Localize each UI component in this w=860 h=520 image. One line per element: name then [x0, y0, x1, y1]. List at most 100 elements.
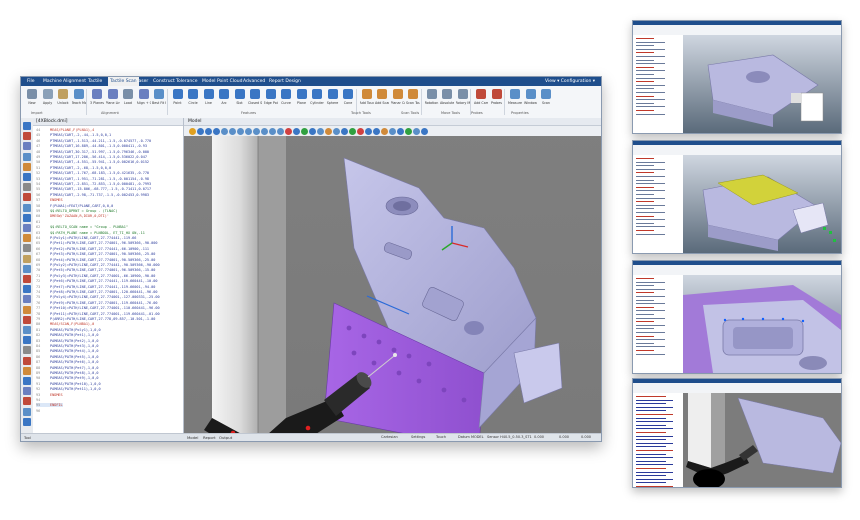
code-line[interactable]: 79 P(ARR2)=PATH/LINE,CART,27.778,09.857,-… — [36, 317, 155, 321]
code-line[interactable]: 83 PAMEAS/PATH(Pet2),1,0,0 — [36, 339, 98, 343]
menu-item[interactable]: Report Design — [269, 77, 301, 86]
code-line[interactable]: 71 P(Poly3)=PATH/LINE,CART,27.774001,-66.… — [36, 274, 155, 278]
code-line[interactable]: 72 P(Pet6)=PATH/LINE,CART,27.774441,-119.… — [36, 279, 157, 283]
code-line[interactable]: 55 PTMEAS/CART,-15.806,-68.777,-1.5,-0.71… — [36, 187, 151, 191]
dmis-code-panel[interactable]: [4XBlock.dmi] 44 MEAS/PLANE,F(PLNA1),4 45 P… — [33, 118, 184, 433]
menu-item[interactable]: Tactile Scan — [108, 77, 139, 86]
view-tool-icon[interactable] — [405, 128, 412, 135]
view-tool-icon[interactable] — [237, 128, 244, 135]
code-line[interactable]: 84 PAMEAS/PATH(Pet3),1,0,0 — [36, 344, 98, 348]
side-tool-icon[interactable] — [23, 254, 31, 263]
side-tool-icon[interactable] — [23, 224, 31, 232]
view-tool-icon[interactable] — [269, 128, 276, 135]
ribbon-tool-button[interactable]: Apply — [41, 89, 55, 105]
code-line[interactable]: 61 — [36, 220, 50, 224]
code-line[interactable]: 64 P(Poly1)=PATH/LINE,CART,27.774441,-119… — [36, 236, 136, 240]
side-tool-icon[interactable] — [23, 315, 31, 324]
side-tool-icon[interactable] — [23, 203, 31, 212]
side-tool-icon[interactable] — [23, 417, 31, 426]
view-tool-icon[interactable] — [301, 128, 308, 135]
side-tool-icon[interactable] — [23, 346, 31, 355]
view-tool-icon[interactable] — [205, 128, 212, 135]
code-line[interactable]: 66 P(Pet2)=PATH/LINE,CART,27.774441,-66.1… — [36, 247, 149, 251]
code-line[interactable]: 65 P(Pet1)=PATH/LINE,CART,27.774001,-96.5… — [36, 241, 157, 245]
ribbon-tool-button[interactable]: Scan — [539, 89, 553, 105]
ribbon-tool-button[interactable]: New — [25, 89, 39, 105]
code-line[interactable]: 88 PAMEAS/PATH(Pet7),1,0,0 — [36, 366, 98, 370]
view-tool-icon[interactable] — [421, 128, 428, 135]
side-tool-icon[interactable] — [23, 366, 31, 375]
side-tool-icon[interactable] — [23, 356, 31, 365]
side-tool-icon[interactable] — [23, 295, 31, 304]
side-tool-icon[interactable] — [23, 193, 31, 202]
view-tool-icon[interactable] — [189, 128, 196, 135]
code-line[interactable]: 68 P(Pet4)=PATH/LINE,CART,27.774001,-90.5… — [36, 258, 155, 262]
code-line[interactable]: 56 PTMEAS/CART,-2.98,-71.737,-1.5,-0.0024… — [36, 193, 149, 197]
menu-item[interactable]: Advanced — [243, 77, 265, 86]
side-tool-icon[interactable] — [23, 336, 31, 345]
view-tool-icon[interactable] — [277, 128, 284, 135]
code-line[interactable]: 81 PAMEAS/PATH(Poly1),1,0,0 — [36, 328, 101, 332]
ribbon-tool-button[interactable]: Plane — [295, 89, 309, 105]
view-tool-icon[interactable] — [325, 128, 332, 135]
cad-scene[interactable] — [184, 118, 601, 433]
ribbon-tool-button[interactable]: Add Touches — [360, 89, 374, 105]
side-tool-icon[interactable] — [23, 234, 31, 243]
side-tool-icon[interactable] — [23, 407, 31, 416]
bottom-tab[interactable]: Model — [187, 435, 198, 440]
code-line[interactable]: 67 P(Pet3)=PATH/LINE,CART,27.774001,-90.5… — [36, 252, 155, 256]
code-line[interactable]: 60 DMESW/'ZAZAAN,R,DIOR,0,DTI)' — [36, 214, 109, 218]
view-tool-icon[interactable] — [261, 128, 268, 135]
ribbon-tool-button[interactable]: Point — [171, 89, 185, 105]
view-tool-icon[interactable] — [317, 128, 324, 135]
view-tool-icon[interactable] — [309, 128, 316, 135]
ribbon-tool-button[interactable]: Edge Point — [264, 89, 278, 105]
code-line[interactable]: 80 MEAS/SCAN,F(PLNBA1),0 — [36, 322, 94, 326]
ribbon-tool-button[interactable]: Cone — [341, 89, 355, 105]
side-tool-icon[interactable] — [23, 122, 31, 130]
ribbon-tool-button[interactable]: Rotation — [425, 89, 439, 105]
menu-item[interactable]: Laser — [136, 77, 148, 86]
side-tool-icon[interactable] — [23, 285, 31, 294]
ribbon-tool-button[interactable]: Rotary Move — [456, 89, 470, 105]
ribbon-tool-button[interactable]: Measurement — [508, 89, 522, 105]
side-tool-icon[interactable] — [23, 275, 31, 283]
view-tool-icon[interactable] — [197, 128, 204, 135]
code-line[interactable]: 46 PTMEAS/CART,-1.513,-44.211,-1.5,-0.074… — [36, 139, 151, 143]
code-line[interactable]: 86 PAMEAS/PATH(Pet5),1,0,0 — [36, 355, 98, 359]
ribbon-tool-button[interactable]: Add Scans — [375, 89, 389, 105]
ribbon-tool-button[interactable]: Line — [202, 89, 216, 105]
side-tool-icon[interactable] — [23, 244, 31, 253]
view-tool-icon[interactable] — [357, 128, 364, 135]
code-line[interactable]: 52 PTMEAS/CART,-1.767,-68.183,-1.5,0.4216… — [36, 171, 149, 175]
code-line[interactable]: 58 F(PLNA1)=FEAT/PLANE,CART,0,0,0 — [36, 204, 113, 208]
code-line[interactable]: 45 PTMEAS/CART,-2,-44,-1.5,0,0,1 — [36, 133, 111, 137]
code-line[interactable]: 74 P(Pet8)=PATH/LINE,CART,27.774001,-120.… — [36, 290, 157, 294]
bottom-tab[interactable]: Output — [219, 435, 232, 440]
code-line[interactable]: 75 P(Poly4)=PATH/LINE,CART,27.774001,-127… — [36, 295, 160, 299]
menu-item[interactable]: Machine — [43, 77, 62, 86]
ribbon-tool-button[interactable]: Planar Contour — [391, 89, 405, 105]
side-tool-icon[interactable] — [23, 326, 31, 334]
code-line[interactable]: 69 P(Poly2)=PATH/LINE,CART,27.774441,-90.… — [36, 263, 160, 267]
code-line[interactable]: 78 P(Pet11)=PATH/LINE,CART,27.774001,-119… — [36, 312, 160, 316]
menu-item[interactable]: Alignment — [63, 77, 86, 86]
view-tool-icon[interactable] — [245, 128, 252, 135]
side-tool-icon[interactable] — [23, 152, 31, 161]
code-line[interactable]: 62 $$:RELTO_SCAN name = "Group - PLNBA1" — [36, 225, 128, 229]
view-tool-icon[interactable] — [413, 128, 420, 135]
view-tool-icon[interactable] — [333, 128, 340, 135]
ribbon-tool-button[interactable]: Curve — [279, 89, 293, 105]
side-tool-icon[interactable] — [23, 173, 31, 181]
thumbnail-3[interactable] — [632, 260, 842, 374]
menu-item[interactable]: Construct — [153, 77, 175, 86]
code-line[interactable]: 93 ENDMES — [36, 393, 63, 397]
code-line[interactable]: 92 PAMEAS/PATH(Pet11),1,0,0 — [36, 387, 101, 391]
ribbon-tool-button[interactable]: Align + Circles — [137, 89, 151, 105]
view-tool-icon[interactable] — [389, 128, 396, 135]
ribbon-tool-button[interactable]: Add Camera Sketch — [474, 89, 488, 105]
thumbnail-4[interactable] — [632, 378, 842, 488]
menu-right-options[interactable]: View ▾ Configuration ▾ — [545, 77, 595, 86]
menu-item[interactable]: Tactile — [88, 77, 102, 86]
code-line[interactable]: 70 P(Pet5)=PATH/LINE,CART,27.774001,-96.5… — [36, 268, 155, 272]
